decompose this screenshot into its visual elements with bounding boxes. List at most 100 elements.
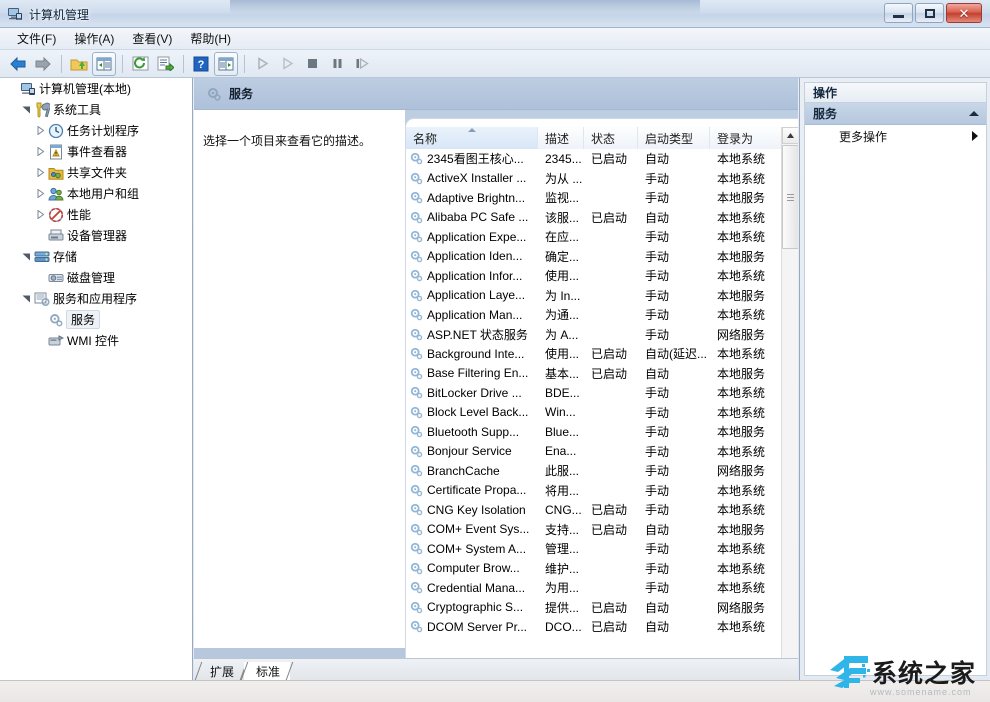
show-hide-tree-icon[interactable] <box>92 51 116 76</box>
table-row[interactable]: Certificate Propa... 将用... 手动 本地系统 <box>406 481 782 501</box>
menu-file[interactable]: 文件(F) <box>8 28 65 49</box>
tree-expand-arrow-collapsed[interactable] <box>34 145 47 158</box>
tab-standard[interactable]: 标准 <box>244 662 291 680</box>
cell-status: 已启动 <box>591 522 628 537</box>
menu-action[interactable]: 操作(A) <box>65 28 123 49</box>
table-row[interactable]: Bluetooth Supp... Blue... 手动 本地服务 <box>406 422 782 442</box>
services-vertical-scrollbar[interactable] <box>781 127 798 680</box>
table-row[interactable]: Adaptive Brightn... 监视... 手动 本地服务 <box>406 188 782 208</box>
table-row[interactable]: 2345看图王核心... 2345... 已启动 自动 本地系统 <box>406 149 782 169</box>
table-row[interactable]: Bonjour Service Ena... 手动 本地系统 <box>406 442 782 462</box>
back-icon[interactable] <box>6 52 30 76</box>
menu-view[interactable]: 查看(V) <box>123 28 181 49</box>
table-row[interactable]: COM+ System A... 管理... 手动 本地系统 <box>406 539 782 559</box>
table-row[interactable]: Cryptographic S... 提供... 已启动 自动 网络服务 <box>406 598 782 618</box>
tree-item-存储[interactable]: 存储 <box>0 246 192 267</box>
table-row[interactable]: Background Inte... 使用... 已启动 自动(延迟... 本地系统 <box>406 344 782 364</box>
chevron-up-icon[interactable] <box>969 111 979 116</box>
show-action-pane-icon[interactable] <box>214 51 238 76</box>
cell-logon: 本地系统 <box>717 561 766 576</box>
tab-extended[interactable]: 扩展 <box>198 662 244 680</box>
cell-name: 2345看图王核心... <box>406 150 538 167</box>
table-row[interactable]: Application Expe... 在应... 手动 本地系统 <box>406 227 782 247</box>
cell-start: 手动 <box>645 327 670 342</box>
table-row[interactable]: Application Laye... 为 In... 手动 本地服务 <box>406 286 782 306</box>
tree-item-设备管理器[interactable]: 设备管理器 <box>0 225 192 246</box>
table-row[interactable]: Alibaba PC Safe ... 该服... 已启动 自动 本地系统 <box>406 208 782 228</box>
cell-status: 已启动 <box>591 366 628 381</box>
service-gear-icon <box>409 249 424 264</box>
table-row[interactable]: Computer Brow... 维护... 手动 本地系统 <box>406 559 782 579</box>
cell-name: BranchCache <box>406 463 538 478</box>
tree-expand-arrow-collapsed[interactable] <box>34 166 47 179</box>
table-row[interactable]: DCOM Server Pr... DCO... 已启动 自动 本地系统 <box>406 617 782 637</box>
tree-item-磁盘管理[interactable]: 磁盘管理 <box>0 267 192 288</box>
column-header-logon-as[interactable]: 登录为 <box>710 127 782 149</box>
tree-item-WMI-控件[interactable]: WMI 控件 <box>0 330 192 351</box>
column-header-description[interactable]: 描述 <box>538 127 584 149</box>
tree-item-性能[interactable]: 性能 <box>0 204 192 225</box>
shared-folders-icon <box>47 165 64 181</box>
cell-desc: 提供... <box>545 600 580 615</box>
minimize-button[interactable] <box>884 3 913 23</box>
table-row[interactable]: ASP.NET 状态服务 为 A... 手动 网络服务 <box>406 325 782 345</box>
cell-desc: 管理... <box>545 542 580 557</box>
table-row[interactable]: BitLocker Drive ... BDE... 手动 本地系统 <box>406 383 782 403</box>
actions-group-header[interactable]: 服务 <box>805 103 986 125</box>
table-row[interactable]: ActiveX Installer ... 为从 ... 手动 本地系统 <box>406 169 782 189</box>
service-gear-icon <box>409 151 424 166</box>
table-row[interactable]: Credential Mana... 为用... 手动 本地系统 <box>406 578 782 598</box>
services-rows[interactable]: 2345看图王核心... 2345... 已启动 自动 本地系统 ActiveX Inst… <box>406 149 782 680</box>
column-header-name[interactable]: 名称 <box>406 127 538 149</box>
close-button[interactable]: ✕ <box>946 3 982 23</box>
service-description-pane: 选择一个项目来查看它的描述。 <box>194 110 405 648</box>
help-icon[interactable]: ? <box>189 52 213 76</box>
pause-service-icon <box>325 52 349 76</box>
toolbar: ? <box>0 50 990 78</box>
tree-expand-arrow-expanded[interactable] <box>20 103 33 116</box>
cell-text: Background Inte... <box>427 346 525 361</box>
console-tree-pane[interactable]: 计算机管理(本地) 系统工具 任务计划程序 事件查看器 共享文件夹 本地用户和组 性能 设备管… <box>0 78 193 680</box>
cell-text: Cryptographic S... <box>427 600 524 615</box>
export-list-icon[interactable] <box>153 52 177 76</box>
cell-desc: BDE... <box>545 385 580 400</box>
scroll-up-button[interactable] <box>782 127 798 144</box>
refresh-icon[interactable] <box>128 52 152 76</box>
service-gear-icon <box>409 229 424 244</box>
table-row[interactable]: Application Infor... 使用... 手动 本地系统 <box>406 266 782 286</box>
tree-item-计算机管理(本地)[interactable]: 计算机管理(本地) <box>0 78 192 99</box>
tree-item-服务和应用程序[interactable]: 服务和应用程序 <box>0 288 192 309</box>
table-row[interactable]: COM+ Event Sys... 支持... 已启动 自动 本地服务 <box>406 520 782 540</box>
cell-start: 手动 <box>645 542 670 557</box>
forward-icon[interactable] <box>31 52 55 76</box>
tree-expand-arrow-expanded[interactable] <box>20 292 33 305</box>
cell-status: 已启动 <box>591 210 628 225</box>
action-more-actions[interactable]: 更多操作 <box>805 125 986 147</box>
tree-item-事件查看器[interactable]: 事件查看器 <box>0 141 192 162</box>
maximize-button[interactable] <box>915 3 944 23</box>
up-folder-icon[interactable] <box>67 52 91 76</box>
scrollbar-thumb[interactable] <box>782 145 798 249</box>
tree-item-服务[interactable]: 服务 <box>0 309 192 330</box>
menu-help[interactable]: 帮助(H) <box>181 28 240 49</box>
column-header-status[interactable]: 状态 <box>584 127 638 149</box>
tree-item-系统工具[interactable]: 系统工具 <box>0 99 192 120</box>
table-row[interactable]: Application Iden... 确定... 手动 本地服务 <box>406 247 782 267</box>
table-row[interactable]: Base Filtering En... 基本... 已启动 自动 本地服务 <box>406 364 782 384</box>
tree-expand-arrow-collapsed[interactable] <box>34 208 47 221</box>
tree-expand-arrow-collapsed[interactable] <box>34 124 47 137</box>
table-row[interactable]: Block Level Back... Win... 手动 本地系统 <box>406 403 782 423</box>
table-row[interactable]: Application Man... 为通... 手动 本地系统 <box>406 305 782 325</box>
column-header-startup-type[interactable]: 启动类型 <box>638 127 710 149</box>
tree-item-共享文件夹[interactable]: 共享文件夹 <box>0 162 192 183</box>
table-row[interactable]: CNG Key Isolation CNG... 已启动 手动 本地系统 <box>406 500 782 520</box>
scrollbar-grip-icon <box>787 193 794 201</box>
tree-expand-arrow-expanded[interactable] <box>20 250 33 263</box>
tree-item-本地用户和组[interactable]: 本地用户和组 <box>0 183 192 204</box>
service-gear-icon <box>409 307 424 322</box>
tree-item-任务计划程序[interactable]: 任务计划程序 <box>0 120 192 141</box>
tree-expand-arrow-collapsed[interactable] <box>34 187 47 200</box>
table-row[interactable]: BranchCache 此服... 手动 网络服务 <box>406 461 782 481</box>
service-gear-icon <box>409 288 424 303</box>
cell-status: 已启动 <box>591 152 628 167</box>
